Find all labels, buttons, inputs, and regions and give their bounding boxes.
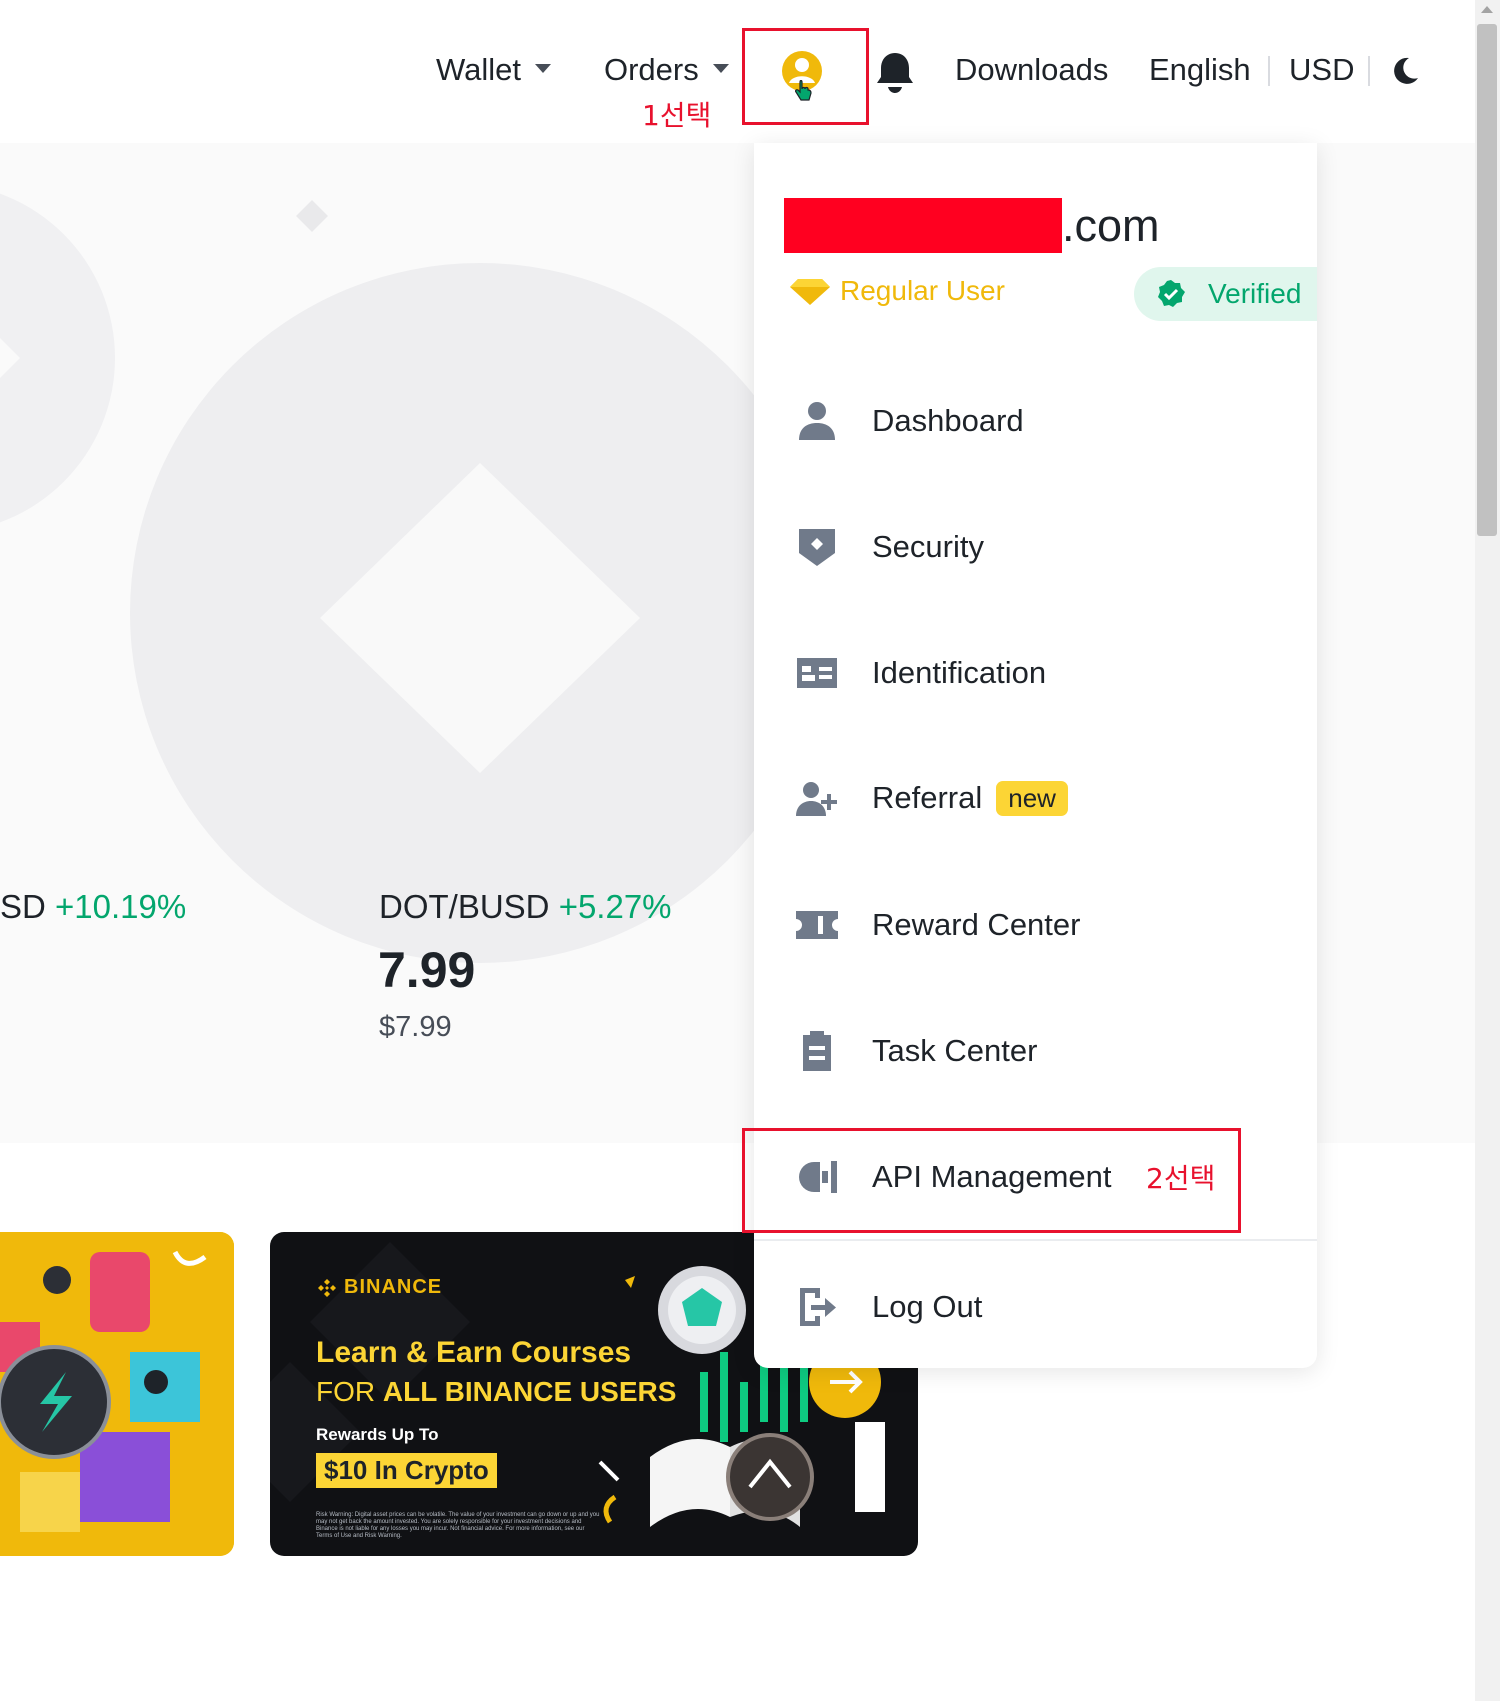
verified-check-icon [1158, 280, 1185, 307]
ticker-dot-busd[interactable]: DOT/BUSD +5.27% [379, 888, 672, 926]
nav-orders-label: Orders [604, 52, 699, 87]
menu-item-label: Task Center [872, 1033, 1038, 1068]
step1-highlight-box [742, 28, 869, 125]
scroll-up-arrow-icon[interactable] [1481, 6, 1493, 13]
promo-illustration [0, 1232, 234, 1556]
binance-logo-icon [318, 1278, 336, 1297]
chevron-down-icon [534, 64, 551, 74]
menu-item-label: Reward Center [872, 907, 1081, 942]
logout-icon [800, 1288, 836, 1326]
ticker-change: +10.19% [55, 888, 187, 925]
scrollbar-thumb[interactable] [1477, 24, 1497, 536]
menu-item-label: Referral [872, 780, 983, 816]
id-card-icon [797, 658, 837, 688]
ticker-change: +5.27% [558, 888, 672, 925]
banner-subheadline-bold: ALL BINANCE USERS [382, 1376, 677, 1407]
user-level-label: Regular User [840, 275, 1005, 306]
menu-item-log-out[interactable]: Log Out [754, 1267, 1317, 1347]
verified-label: Verified [1208, 278, 1302, 309]
menu-item-security[interactable]: Security [754, 507, 1317, 587]
nav-downloads[interactable]: Downloads [955, 52, 1108, 88]
banner-brand-text: BINANCE [344, 1276, 443, 1298]
banner-headline: Learn & Earn Courses [316, 1336, 632, 1369]
new-badge: new [996, 780, 1068, 816]
ticker-price: 7.99 [378, 942, 476, 998]
nav-separator [1268, 56, 1270, 86]
person-icon [799, 402, 835, 440]
menu-item-label: Dashboard [872, 403, 1024, 438]
moon-icon[interactable] [1390, 56, 1420, 86]
bell-icon[interactable] [875, 50, 915, 94]
add-user-icon [796, 782, 837, 816]
verified-badge[interactable]: Verified [1134, 267, 1317, 321]
step1-annotation: 1선택 [642, 99, 712, 132]
nav-wallet[interactable]: Wallet [436, 52, 551, 88]
banner-risk-warning: Risk Warning: Digital asset prices can b… [316, 1512, 600, 1539]
account-email: .com [784, 198, 1160, 253]
banner-subheadline: FOR ALL BINANCE USERS [316, 1376, 676, 1408]
menu-item-task-center[interactable]: Task Center [754, 1011, 1317, 1091]
menu-item-label: Security [872, 529, 984, 564]
user-level-badge[interactable]: Regular User [790, 275, 1005, 307]
step2-highlight-box [742, 1128, 1241, 1233]
ticket-icon [796, 911, 838, 939]
menu-item-label-with-badge: Referral new [872, 780, 1068, 817]
shield-icon [799, 529, 835, 566]
menu-item-reward-center[interactable]: Reward Center [754, 885, 1317, 965]
nav-language[interactable]: English [1149, 52, 1251, 88]
menu-item-referral[interactable]: Referral new [754, 759, 1317, 839]
account-email-suffix: .com [1062, 199, 1160, 251]
ticker-partial[interactable]: SD +10.19% [0, 888, 186, 926]
banner-brand: BINANCE [316, 1276, 442, 1299]
diamond-icon [790, 279, 830, 305]
top-navigation: Wallet Orders 1선택 Downloads English USD [0, 0, 1475, 143]
promo-banner-left[interactable] [0, 1232, 234, 1556]
page-scrollbar[interactable] [1475, 0, 1500, 1701]
clipboard-icon [803, 1031, 831, 1071]
ticker-usd-price: $7.99 [379, 1011, 452, 1043]
banner-subheadline-prefix: FOR [316, 1376, 376, 1407]
nav-currency[interactable]: USD [1289, 52, 1354, 88]
menu-item-label: Log Out [872, 1289, 983, 1324]
email-redaction [784, 198, 1062, 253]
menu-item-dashboard[interactable]: Dashboard [754, 381, 1317, 461]
menu-item-label: Identification [872, 655, 1047, 690]
nav-wallet-label: Wallet [436, 52, 521, 87]
ticker-pair: SD [0, 888, 46, 925]
nav-separator [1368, 56, 1370, 86]
banner-reward-amount: $10 In Crypto [316, 1453, 497, 1488]
menu-item-identification[interactable]: Identification [754, 633, 1317, 713]
menu-divider [754, 1239, 1317, 1241]
ticker-pair: DOT/BUSD [379, 888, 550, 925]
nav-orders[interactable]: Orders [604, 52, 729, 88]
account-badges: Regular User Verified [790, 267, 1317, 323]
banner-reward-label: Rewards Up To [316, 1425, 439, 1444]
chevron-down-icon [712, 64, 729, 74]
